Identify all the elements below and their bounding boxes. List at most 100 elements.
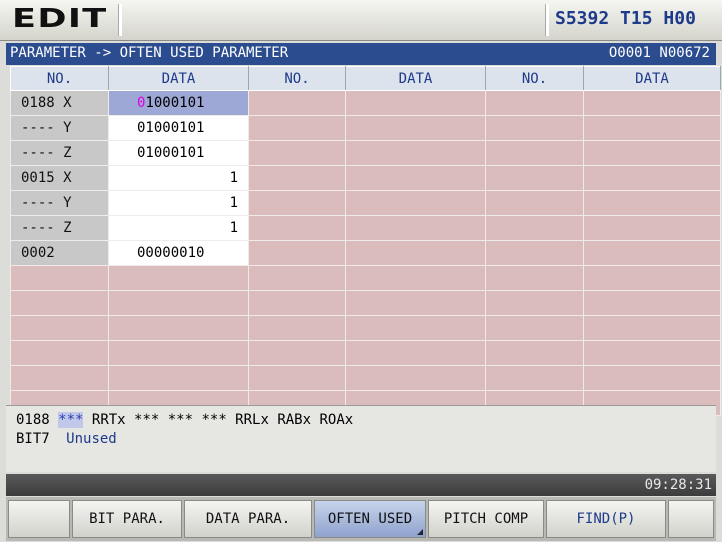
param-value[interactable]: 01000101 [108,115,249,141]
empty-cell[interactable] [485,165,584,191]
table-row: ---- Z 1 [10,215,721,241]
empty-cell[interactable] [108,290,249,316]
empty-cell[interactable] [248,115,346,141]
softkey-bar: BIT PARA. DATA PARA. OFTEN USED PITCH CO… [6,497,716,541]
title-bar: EDIT S5392 T15 H00 [0,0,722,41]
empty-cell[interactable] [485,240,584,266]
column-header: NO. [248,66,346,91]
page-header-bar: PARAMETER -> OFTEN USED PARAMETER O0001 … [6,43,716,65]
mode-label: EDIT [12,4,108,34]
empty-cell[interactable] [345,90,486,116]
empty-cell[interactable] [485,215,584,241]
param-number[interactable]: ---- Z [10,140,109,166]
softkey-right-blank[interactable] [668,500,714,538]
param-value[interactable]: 1 [108,190,249,216]
empty-cell[interactable] [10,315,109,341]
param-number[interactable]: 0015 X [10,165,109,191]
empty-cell[interactable] [485,290,584,316]
empty-cell[interactable] [485,90,584,116]
empty-cell[interactable] [583,365,721,391]
empty-cell[interactable] [248,90,346,116]
empty-cell[interactable] [248,215,346,241]
tool-number: T15 [620,8,653,29]
param-number[interactable]: ---- Y [10,190,109,216]
empty-cell[interactable] [583,215,721,241]
softkey-data-para[interactable]: DATA PARA. [184,500,312,538]
spindle-speed: S5392 [555,8,610,29]
empty-cell[interactable] [345,140,486,166]
empty-cell[interactable] [108,365,249,391]
empty-cell[interactable] [485,190,584,216]
empty-cell[interactable] [485,340,584,366]
softkey-find[interactable]: FIND(P) [546,500,666,538]
column-header: NO. [10,66,109,91]
empty-cell[interactable] [485,265,584,291]
column-header: DATA [108,66,249,91]
empty-cell[interactable] [583,315,721,341]
empty-cell[interactable] [345,340,486,366]
empty-cell[interactable] [345,365,486,391]
empty-cell[interactable] [345,215,486,241]
empty-cell[interactable] [485,315,584,341]
param-number[interactable]: ---- Y [10,115,109,141]
empty-cell[interactable] [583,140,721,166]
empty-cell[interactable] [10,265,109,291]
empty-cell[interactable] [345,115,486,141]
bit-description: Unused [66,431,117,447]
empty-cell[interactable] [108,315,249,341]
empty-cell[interactable] [583,340,721,366]
empty-cell[interactable] [583,290,721,316]
param-number[interactable]: 0002 [10,240,109,266]
current-bit-highlight: *** [58,412,84,428]
empty-cell[interactable] [485,115,584,141]
table-row: 0188 X 01000101 [10,90,721,116]
empty-cell[interactable] [345,265,486,291]
param-value[interactable]: 01000101 [108,140,249,166]
empty-cell[interactable] [248,315,346,341]
softkey-left-blank[interactable] [8,500,70,538]
empty-cell[interactable] [10,365,109,391]
empty-cell[interactable] [485,140,584,166]
empty-cell[interactable] [108,265,249,291]
empty-cell[interactable] [583,190,721,216]
empty-cell[interactable] [248,140,346,166]
empty-cell[interactable] [485,365,584,391]
empty-cell[interactable] [248,265,346,291]
empty-cell[interactable] [248,340,346,366]
empty-cell[interactable] [345,190,486,216]
empty-cell[interactable] [108,340,249,366]
table-header-row: NO. DATA NO. DATA NO. DATA [10,66,721,91]
empty-cell[interactable] [10,290,109,316]
param-value[interactable]: 01000101 [108,90,249,116]
param-value[interactable]: 1 [108,165,249,191]
empty-cell[interactable] [583,240,721,266]
empty-cell[interactable] [583,265,721,291]
empty-cell[interactable] [345,240,486,266]
param-number[interactable]: ---- Z [10,215,109,241]
bit-description-line: BIT7 Unused [16,431,117,447]
empty-cell[interactable] [248,240,346,266]
softkey-pitch-comp[interactable]: PITCH COMP [428,500,544,538]
softkey-often-used[interactable]: OFTEN USED [314,500,426,538]
clock: 09:28:31 [644,477,712,493]
empty-cell[interactable] [345,315,486,341]
column-header: NO. [485,66,584,91]
empty-cell[interactable] [248,165,346,191]
param-value[interactable]: 00000010 [108,240,249,266]
empty-cell[interactable] [583,165,721,191]
bit-label: BIT7 [16,431,50,447]
softkey-bit-para[interactable]: BIT PARA. [72,500,182,538]
empty-cell[interactable] [345,165,486,191]
bit-names: RRTx *** *** *** RRLx RABx ROAx [91,412,354,428]
param-number[interactable]: 0188 X [10,90,109,116]
empty-cell[interactable] [248,290,346,316]
program-number: O0001 N00672 [608,45,710,61]
empty-cell[interactable] [10,340,109,366]
empty-cell[interactable] [248,365,346,391]
empty-cell[interactable] [345,290,486,316]
empty-cell[interactable] [248,190,346,216]
empty-cell[interactable] [583,115,721,141]
empty-cell[interactable] [583,90,721,116]
param-value[interactable]: 1 [108,215,249,241]
table-row: ---- Y 01000101 [10,115,721,141]
